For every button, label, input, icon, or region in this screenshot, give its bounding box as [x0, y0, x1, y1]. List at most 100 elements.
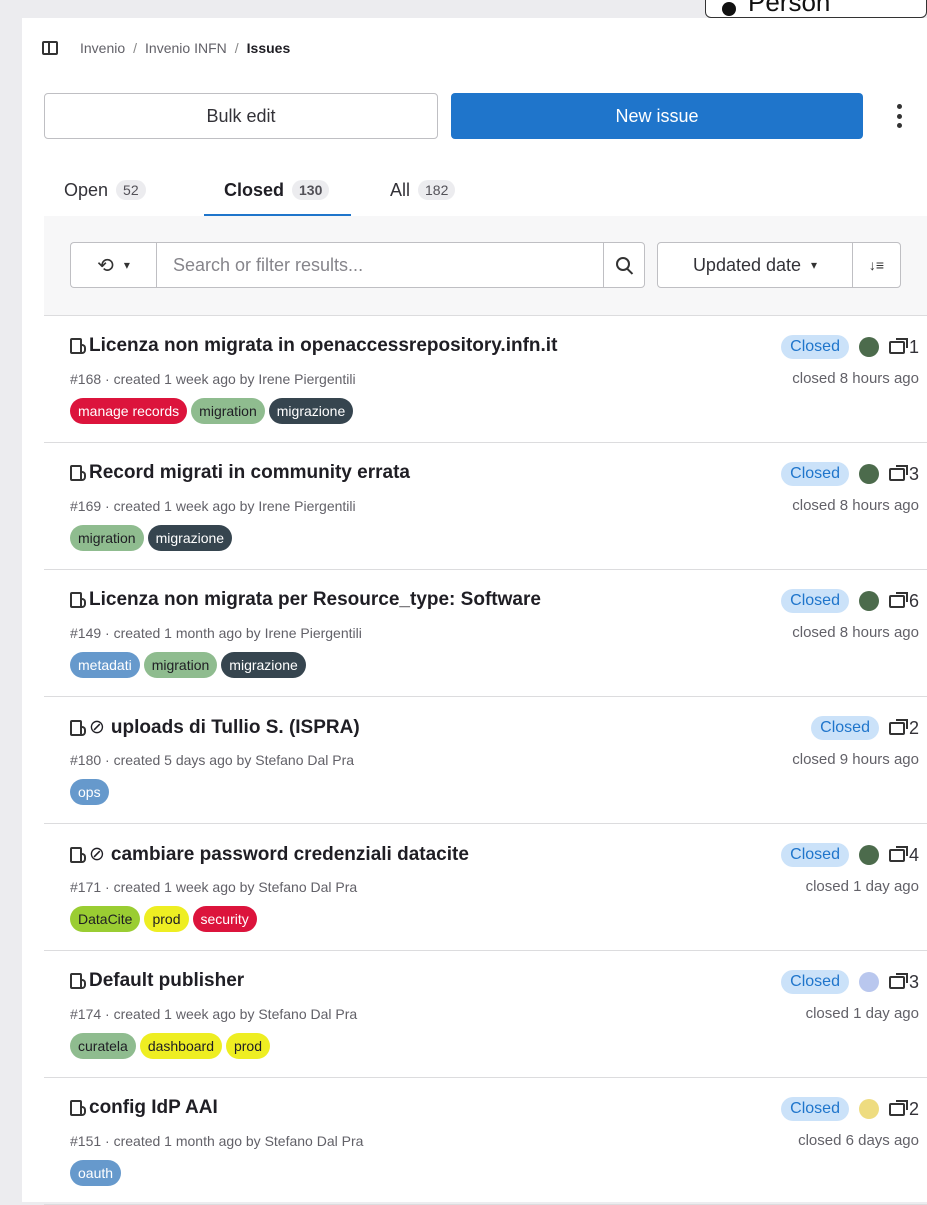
issue-title-link[interactable]: config IdP AAI	[89, 1097, 218, 1119]
issue-row: ⊘ uploads di Tullio S. (ISPRA) #180 · cr…	[44, 697, 927, 824]
issue-meta: #171 · created 1 week ago by Stefano Dal…	[70, 879, 358, 895]
recent-searches-button[interactable]: ⟲ ▾	[70, 242, 156, 288]
breadcrumb-separator: /	[133, 40, 138, 56]
issue-label[interactable]: prod	[144, 906, 189, 932]
new-issue-button[interactable]: New issue	[451, 93, 863, 139]
comments-icon	[888, 337, 908, 354]
issue-label[interactable]: manage records	[70, 398, 188, 424]
issue-label[interactable]: curatela	[70, 1033, 136, 1059]
issue-status-area: Closed 3	[781, 970, 919, 994]
sort-dropdown[interactable]: Updated date ▾	[657, 242, 853, 288]
closed-time: closed 9 hours ago	[792, 751, 919, 768]
issue-closed-icon	[70, 465, 86, 481]
comment-count-value: 1	[908, 336, 919, 357]
breadcrumb-item-invenio[interactable]: Invenio	[80, 40, 125, 56]
comment-count[interactable]: 6	[888, 591, 919, 612]
tab-all[interactable]: All 182	[390, 164, 456, 216]
filter-bar: ⟲ ▾ Updated date ▾ ↓≡	[44, 216, 927, 316]
breadcrumb-item-project[interactable]: Invenio INFN	[145, 40, 227, 56]
issue-title-link[interactable]: cambiare password credenziali datacite	[111, 844, 469, 866]
issue-label[interactable]: oauth	[70, 1160, 122, 1186]
sidebar-toggle-icon[interactable]	[42, 41, 58, 55]
comment-count-value: 4	[908, 844, 919, 865]
comment-count[interactable]: 2	[888, 1099, 919, 1120]
issue-label[interactable]: metadati	[70, 652, 140, 678]
issue-title-link[interactable]: Default publisher	[89, 970, 244, 992]
issue-meta: #151 · created 1 month ago by Stefano Da…	[70, 1133, 364, 1149]
comment-count[interactable]: 3	[888, 463, 919, 485]
bulk-edit-button[interactable]: Bulk edit	[44, 93, 438, 139]
issue-label[interactable]: DataCite	[70, 906, 141, 932]
issue-label[interactable]: migrazione	[147, 525, 233, 551]
issue-label[interactable]: security	[192, 906, 257, 932]
breadcrumb-item-current[interactable]: Issues	[247, 40, 291, 56]
issue-labels: curatela dashboard prod	[70, 1033, 271, 1059]
tab-closed[interactable]: Closed 130	[203, 164, 352, 217]
issue-row: config IdP AAI #151 · created 1 month ag…	[44, 1078, 927, 1205]
issue-title-link[interactable]: Licenza non migrata per Resource_type: S…	[89, 589, 541, 611]
person-label: Person	[748, 0, 831, 17]
issue-list: Licenza non migrata in openaccessreposit…	[44, 316, 927, 1205]
issue-labels: ops	[70, 779, 109, 805]
tab-closed-label: Closed	[224, 179, 285, 200]
issue-row: Licenza non migrata per Resource_type: S…	[44, 570, 927, 697]
tab-closed-count: 130	[292, 180, 330, 200]
issue-row: Record migrati in community errata #169 …	[44, 443, 927, 570]
chevron-down-icon: ▾	[123, 258, 130, 272]
issue-title: Record migrati in community errata	[70, 462, 410, 484]
issue-title-link[interactable]: Record migrati in community errata	[89, 462, 410, 484]
issue-label[interactable]: migration	[191, 398, 265, 424]
issue-title: Default publisher	[70, 970, 244, 992]
issue-row: Licenza non migrata in openaccessreposit…	[44, 316, 927, 443]
issue-title: Licenza non migrata in openaccessreposit…	[70, 335, 557, 357]
issues-panel: Invenio / Invenio INFN / Issues Bulk edi…	[22, 18, 927, 1205]
status-badge: Closed	[781, 589, 849, 613]
tab-open[interactable]: Open 52	[64, 164, 146, 216]
sort-direction-icon: ↓≡	[868, 257, 885, 273]
issue-label[interactable]: dashboard	[139, 1033, 222, 1059]
assignee-avatar[interactable]	[858, 972, 879, 992]
search-input[interactable]	[156, 242, 604, 288]
issue-closed-icon	[70, 719, 86, 736]
issue-state-tabs: Open 52 Closed 130 All 182	[44, 164, 927, 217]
comment-count[interactable]: 3	[888, 972, 919, 993]
closed-time: closed 1 day ago	[805, 878, 919, 895]
issue-label[interactable]: migration	[70, 525, 144, 551]
comments-icon	[888, 1099, 908, 1116]
assignee-avatar[interactable]	[858, 464, 879, 484]
sort-direction-button[interactable]: ↓≡	[852, 242, 901, 288]
issue-title-link[interactable]: Licenza non migrata in openaccessreposit…	[89, 335, 557, 357]
comment-count-value: 3	[908, 463, 919, 484]
issue-label[interactable]: prod	[225, 1033, 271, 1059]
issue-labels: migration migrazione	[70, 525, 233, 551]
issue-meta: #168 · created 1 week ago by Irene Pierg…	[70, 371, 356, 387]
comments-icon	[888, 845, 908, 862]
issue-title-link[interactable]: uploads di Tullio S. (ISPRA)	[111, 717, 360, 739]
comment-count[interactable]: 2	[888, 718, 919, 739]
assignee-avatar[interactable]	[858, 845, 879, 865]
status-badge: Closed	[811, 716, 879, 740]
person-chip[interactable]: Person	[705, 0, 927, 18]
comment-count[interactable]: 4	[888, 844, 919, 866]
issue-title: config IdP AAI	[70, 1097, 218, 1119]
assignee-avatar[interactable]	[858, 337, 879, 357]
issue-label[interactable]: migrazione	[268, 398, 354, 424]
search-button[interactable]	[603, 242, 645, 288]
issue-status-area: Closed 2	[811, 716, 919, 740]
issue-label[interactable]: migration	[143, 652, 218, 678]
comments-icon	[888, 464, 908, 481]
closed-time: closed 8 hours ago	[792, 624, 919, 641]
issue-status-area: Closed 4	[781, 843, 919, 867]
assignee-avatar[interactable]	[858, 1099, 879, 1119]
more-actions-icon[interactable]	[896, 104, 902, 128]
closed-time: closed 8 hours ago	[792, 497, 919, 514]
issue-label[interactable]: ops	[70, 779, 109, 805]
tab-all-count: 182	[418, 180, 456, 200]
issue-status-area: Closed 2	[781, 1097, 919, 1121]
issue-status-area: Closed 1	[781, 335, 919, 359]
comment-count[interactable]: 1	[888, 336, 919, 358]
issue-label[interactable]: migrazione	[221, 652, 306, 678]
tab-all-label: All	[390, 179, 411, 200]
issue-title: Licenza non migrata per Resource_type: S…	[70, 589, 541, 611]
assignee-avatar[interactable]	[858, 591, 879, 611]
